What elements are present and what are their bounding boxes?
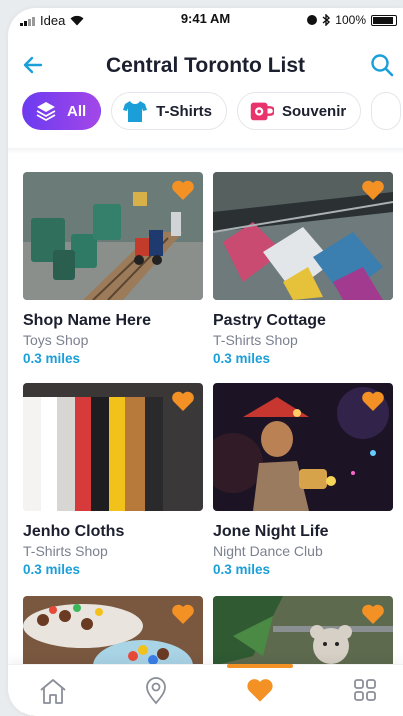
nav-more[interactable] [348, 677, 382, 707]
shop-card[interactable]: Jenho Cloths T-Shirts Shop 0.3 miles [23, 383, 203, 577]
shop-type: T-Shirts Shop [23, 543, 108, 559]
shop-type: Toys Shop [23, 332, 89, 348]
grid-icon [354, 679, 376, 701]
location-icon [146, 677, 166, 705]
shop-distance: 0.3 miles [23, 351, 81, 366]
battery-percent: 100% [335, 13, 366, 27]
favorite-heart-icon[interactable] [171, 603, 195, 625]
home-icon [40, 679, 66, 704]
night-party-image [213, 383, 393, 511]
shop-card[interactable]: Pastry Cottage T-Shirts Shop 0.3 miles [213, 172, 393, 366]
search-button[interactable] [369, 52, 395, 78]
nav-location[interactable] [139, 677, 173, 707]
favorite-heart-icon[interactable] [171, 390, 195, 412]
page-title: Central Toronto List [105, 54, 306, 77]
shop-distance: 0.3 miles [213, 351, 271, 366]
shop-distance: 0.3 miles [213, 562, 271, 577]
search-icon [371, 54, 394, 77]
favorite-heart-icon[interactable] [361, 179, 385, 201]
shop-card[interactable]: Jone Night Life Night Dance Club 0.3 mil… [213, 383, 393, 577]
category-chips: All T-Shirts Souvenir [22, 92, 402, 130]
favorite-heart-icon[interactable] [361, 603, 385, 625]
shop-name: Jenho Cloths [23, 523, 125, 540]
phone-screen: Idea 9:41 AM 100% Central Toronto List A… [8, 8, 403, 716]
shop-name: Jone Night Life [213, 523, 329, 540]
chip-label: Souvenir [282, 102, 347, 120]
status-bar: Idea 9:41 AM 100% [8, 8, 403, 32]
chip-label: All [67, 102, 87, 120]
mug-icon [248, 98, 275, 124]
nav-home[interactable] [36, 677, 70, 707]
do-not-disturb-icon [307, 15, 318, 25]
shop-distance: 0.3 miles [23, 562, 81, 577]
active-tab-indicator [227, 664, 293, 668]
battery-icon [371, 14, 397, 26]
clothes-rack-image [213, 172, 393, 300]
chip-souvenir[interactable]: Souvenir [237, 92, 362, 130]
favorite-heart-icon[interactable] [361, 390, 385, 412]
bottom-nav [8, 664, 403, 716]
heart-icon [247, 679, 273, 702]
chip-more[interactable] [371, 92, 402, 130]
header: Central Toronto List [8, 48, 403, 84]
shop-type: Night Dance Club [213, 543, 323, 559]
bluetooth-icon [322, 14, 331, 26]
tshirt-icon [122, 98, 148, 124]
shirts-hanger-image [23, 383, 203, 511]
divider [8, 148, 403, 154]
chip-label: T-Shirts [156, 102, 213, 120]
toy-train-image [23, 172, 203, 300]
favorite-heart-icon[interactable] [171, 179, 195, 201]
chip-tshirts[interactable]: T-Shirts [111, 92, 228, 130]
shop-name: Pastry Cottage [213, 312, 326, 329]
shop-name: Shop Name Here [23, 312, 152, 329]
layers-icon [33, 98, 59, 124]
nav-favorites[interactable] [243, 677, 277, 707]
shop-card[interactable]: Shop Name Here Toys Shop 0.3 miles [23, 172, 203, 366]
status-right: 100% [307, 13, 397, 27]
shop-type: T-Shirts Shop [213, 332, 298, 348]
chip-all[interactable]: All [22, 92, 102, 130]
